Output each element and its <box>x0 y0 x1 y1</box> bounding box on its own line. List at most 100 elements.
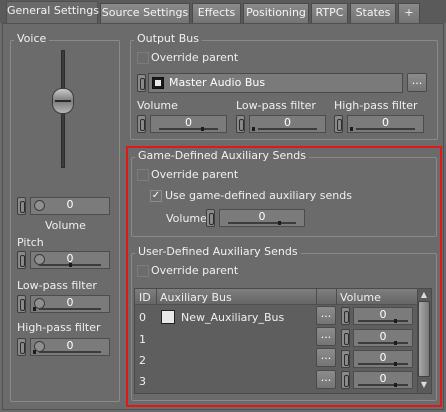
use-game-defined-label: Use game-defined auxiliary sends <box>165 189 352 202</box>
link-icon[interactable] <box>17 251 26 269</box>
field-slider-tick <box>394 341 397 345</box>
field-slider-tick <box>252 127 255 131</box>
link-icon[interactable] <box>341 371 350 389</box>
field-slider-tick <box>394 362 397 366</box>
field-slider-tick <box>201 127 204 131</box>
row-id: 1 <box>139 333 146 346</box>
output-highpass-label: High-pass filter <box>334 99 418 112</box>
field-slider-bar <box>358 363 408 365</box>
output-override-checkbox[interactable] <box>137 52 149 64</box>
field-slider-bar <box>228 222 296 224</box>
output-override-label: Override parent <box>151 51 239 64</box>
tab-label: General Settings <box>7 4 99 17</box>
link-icon[interactable] <box>137 74 146 92</box>
tab-label: States <box>355 6 391 19</box>
tab-states[interactable]: States <box>350 3 396 23</box>
field-slider-bar <box>159 128 218 130</box>
row-volume-field[interactable]: 0 <box>353 350 413 368</box>
row-id: 0 <box>139 311 146 324</box>
pitch-label: Pitch <box>17 236 44 249</box>
column-header-volume[interactable]: Volume <box>340 291 381 304</box>
field-slider-bar <box>358 320 408 322</box>
output-volume-label: Volume <box>137 99 178 112</box>
column-header-id[interactable]: ID <box>139 291 151 304</box>
voice-lowpass-field[interactable]: 0 <box>30 295 110 313</box>
link-icon[interactable] <box>341 350 350 368</box>
field-slider-tick <box>33 307 36 311</box>
output-bus-browse-button[interactable]: ... <box>407 73 427 92</box>
row-browse-button[interactable]: ... <box>316 370 336 389</box>
link-icon[interactable] <box>341 307 350 325</box>
field-slider-bar <box>258 128 317 130</box>
check-icon: ✓ <box>151 190 161 201</box>
link-icon[interactable] <box>341 329 350 347</box>
row-volume-field[interactable]: 0 <box>353 307 413 325</box>
output-lowpass-field[interactable]: 0 <box>249 115 326 133</box>
row-browse-button[interactable]: ... <box>316 327 336 346</box>
field-slider-tick <box>394 319 397 323</box>
scrollbar-thumb[interactable] <box>418 301 430 377</box>
game-volume-field[interactable]: 0 <box>219 209 305 227</box>
output-lowpass-label: Low-pass filter <box>236 99 316 112</box>
field-slider-bar <box>356 128 415 130</box>
link-icon[interactable] <box>206 209 215 227</box>
row-aux-bus-name[interactable]: New_Auxiliary_Bus <box>181 311 284 324</box>
row-volume-field[interactable]: 0 <box>353 371 413 389</box>
user-override-label: Override parent <box>151 264 239 277</box>
browse-label: ... <box>320 328 332 341</box>
voice-lowpass-label: Low-pass filter <box>17 279 97 292</box>
field-slider-bar <box>358 384 408 386</box>
column-header-aux-bus[interactable]: Auxiliary Bus <box>160 291 232 304</box>
field-slider-bar <box>358 342 408 344</box>
output-bus-combo[interactable]: Master Audio Bus <box>148 73 403 93</box>
scroll-down-icon[interactable]: ▼ <box>418 380 430 390</box>
voice-highpass-label: High-pass filter <box>17 321 101 334</box>
output-highpass-field[interactable]: 0 <box>347 115 424 133</box>
row-volume-field[interactable]: 0 <box>353 329 413 347</box>
tab-effects[interactable]: Effects <box>192 3 241 23</box>
user-defined-title: User-Defined Auxiliary Sends <box>135 246 301 258</box>
row-browse-button[interactable]: ... <box>316 348 336 367</box>
tab-label: Effects <box>197 6 236 19</box>
row-id: 3 <box>139 375 146 388</box>
user-override-checkbox[interactable] <box>137 265 149 277</box>
link-icon[interactable] <box>137 115 146 133</box>
tab-positioning[interactable]: Positioning <box>243 3 309 23</box>
link-icon[interactable] <box>17 197 26 215</box>
game-defined-title: Game-Defined Auxiliary Sends <box>135 150 309 162</box>
row-id: 2 <box>139 354 146 367</box>
scroll-up-icon[interactable]: ▲ <box>418 290 430 300</box>
link-icon[interactable] <box>17 338 26 356</box>
use-game-defined-checkbox[interactable]: ✓ <box>150 190 162 202</box>
field-slider-bar <box>39 308 101 310</box>
column-separator <box>316 289 317 305</box>
voice-volume-field[interactable]: 0 <box>30 197 110 215</box>
voice-highpass-field[interactable]: 0 <box>30 338 110 356</box>
tab-label: Positioning <box>246 6 306 19</box>
column-separator <box>156 289 157 305</box>
field-slider-tick <box>394 383 397 387</box>
tab-general-settings[interactable]: General Settings <box>6 1 99 24</box>
browse-label: ... <box>320 349 332 362</box>
output-bus-title: Output Bus <box>134 33 202 45</box>
voice-volume-label: Volume <box>45 219 86 232</box>
game-override-checkbox[interactable] <box>137 169 149 181</box>
browse-label: ... <box>411 74 423 87</box>
field-slider-tick <box>278 221 281 225</box>
rtpc-icon <box>34 200 45 211</box>
field-slider-tick <box>33 350 36 354</box>
field-slider-bar <box>39 351 101 353</box>
link-icon[interactable] <box>17 295 26 313</box>
link-icon[interactable] <box>236 115 245 133</box>
game-volume-label: Volume <box>166 212 207 225</box>
tab-source-settings[interactable]: Source Settings <box>100 3 190 23</box>
row-browse-button[interactable]: ... <box>316 306 336 325</box>
pitch-field[interactable]: 0 <box>30 251 110 269</box>
voice-title: Voice <box>14 33 50 45</box>
game-override-label: Override parent <box>151 168 239 181</box>
volume-fader-knob[interactable] <box>52 88 74 114</box>
tab-add[interactable]: + <box>398 3 420 23</box>
tab-rtpc[interactable]: RTPC <box>311 3 348 23</box>
output-volume-field[interactable]: 0 <box>150 115 227 133</box>
link-icon[interactable] <box>334 115 343 133</box>
